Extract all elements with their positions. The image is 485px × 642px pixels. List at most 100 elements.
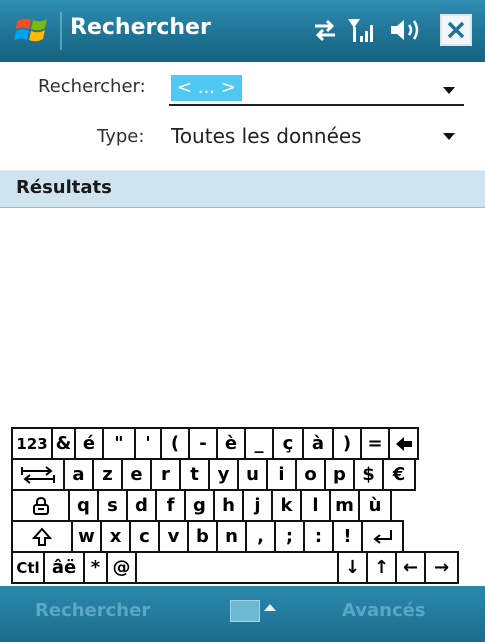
search-input[interactable]: < ... > <box>171 75 242 101</box>
key-label: h <box>222 495 235 516</box>
key-enter[interactable] <box>361 520 404 553</box>
right-softkey-avances[interactable]: Avancés <box>342 600 426 621</box>
key-caps[interactable] <box>11 489 70 522</box>
key-label: - <box>199 433 207 454</box>
keyboard-key[interactable]: y <box>208 458 239 491</box>
signal-strength-icon[interactable] <box>347 17 377 43</box>
keyboard-key[interactable]: v <box>158 520 189 553</box>
keyboard-key[interactable]: k <box>271 489 302 522</box>
key-label: e <box>130 464 143 485</box>
key-label: ' <box>145 433 151 454</box>
results-header: Résultats <box>0 170 485 208</box>
window-title: Rechercher <box>70 15 211 40</box>
connectivity-icon[interactable] <box>311 17 339 43</box>
keyboard-key[interactable]: t <box>179 458 210 491</box>
keyboard-key[interactable]: u <box>237 458 268 491</box>
key-label: r <box>161 464 170 485</box>
keyboard-key[interactable]: 123 <box>11 427 53 460</box>
volume-icon[interactable] <box>389 17 427 43</box>
key-space[interactable] <box>135 551 339 584</box>
keyboard-key[interactable]: ; <box>274 520 305 553</box>
keyboard-key[interactable]: → <box>424 551 459 584</box>
key-shift[interactable] <box>11 520 73 553</box>
key-label: = <box>367 433 383 454</box>
keyboard-key[interactable]: z <box>92 458 123 491</box>
keyboard-key[interactable]: - <box>188 427 218 460</box>
keyboard-key[interactable]: h <box>213 489 244 522</box>
keyboard-key[interactable]: : <box>303 520 334 553</box>
keyboard-key[interactable]: $ <box>353 458 384 491</box>
keyboard-key[interactable]: è <box>216 427 246 460</box>
keyboard-key[interactable]: ' <box>134 427 162 460</box>
type-label: Type: <box>97 126 145 147</box>
key-label: q <box>77 495 90 516</box>
keyboard-key[interactable]: = <box>360 427 390 460</box>
keyboard-key[interactable]: ! <box>332 520 363 553</box>
keyboard-key[interactable]: ) <box>332 427 362 460</box>
input-panel-keyboard-icon[interactable] <box>230 600 260 622</box>
type-dropdown-arrow-icon[interactable] <box>443 133 455 140</box>
keyboard-key[interactable]: j <box>242 489 273 522</box>
caps-lock-icon <box>32 496 50 515</box>
keyboard-key[interactable]: f <box>155 489 186 522</box>
key-label: u <box>246 464 259 485</box>
keyboard-key[interactable]: Ctl <box>11 551 45 584</box>
keyboard-key[interactable]: âë <box>43 551 85 584</box>
keyboard-key[interactable]: e <box>121 458 152 491</box>
keyboard-key[interactable]: ç <box>272 427 304 460</box>
shift-icon <box>32 526 52 547</box>
key-label: $ <box>362 464 375 485</box>
key-label: : <box>314 526 323 547</box>
input-panel-arrow-icon[interactable] <box>264 604 276 611</box>
keyboard-key[interactable]: s <box>97 489 128 522</box>
close-button[interactable] <box>440 14 472 46</box>
keyboard-key[interactable]: ↓ <box>337 551 368 584</box>
backspace-icon <box>395 436 413 452</box>
keyboard-key[interactable]: d <box>126 489 157 522</box>
windows-start-icon[interactable] <box>14 12 50 48</box>
keyboard-key[interactable]: c <box>129 520 160 553</box>
keyboard-key[interactable]: a <box>63 458 94 491</box>
keyboard-key[interactable]: * <box>83 551 108 584</box>
keyboard-key[interactable]: l <box>300 489 331 522</box>
keyboard-key[interactable]: p <box>324 458 355 491</box>
keyboard-key[interactable]: w <box>71 520 102 553</box>
key-label: 123 <box>16 434 48 453</box>
keyboard-key[interactable]: x <box>100 520 131 553</box>
keyboard-key[interactable]: @ <box>106 551 137 584</box>
key-label: v <box>167 526 180 547</box>
keyboard-key[interactable]: à <box>302 427 334 460</box>
keyboard-key[interactable]: _ <box>244 427 274 460</box>
keyboard-key[interactable]: ← <box>395 551 426 584</box>
key-backspace[interactable] <box>388 427 419 460</box>
keyboard-key[interactable]: & <box>51 427 76 460</box>
keyboard-key[interactable]: i <box>266 458 297 491</box>
key-label: b <box>196 526 209 547</box>
key-label: o <box>304 464 317 485</box>
keyboard-key[interactable]: € <box>382 458 416 491</box>
keyboard-key[interactable]: g <box>184 489 215 522</box>
keyboard-key[interactable]: ù <box>358 489 392 522</box>
keyboard-key[interactable]: " <box>102 427 136 460</box>
keyboard-key[interactable]: m <box>329 489 360 522</box>
key-label: s <box>107 495 118 516</box>
keyboard-key[interactable]: n <box>216 520 247 553</box>
key-label: ↓ <box>344 557 361 578</box>
keyboard-key[interactable]: b <box>187 520 218 553</box>
type-select[interactable]: Toutes les données <box>171 124 362 148</box>
key-tab[interactable] <box>11 458 65 491</box>
keyboard-key[interactable]: o <box>295 458 326 491</box>
keyboard-key[interactable]: q <box>68 489 99 522</box>
search-dropdown-arrow-icon[interactable] <box>443 87 455 94</box>
enter-icon <box>371 528 395 546</box>
keyboard-key[interactable]: r <box>150 458 181 491</box>
keyboard-key[interactable]: é <box>74 427 104 460</box>
keyboard-key[interactable]: , <box>245 520 276 553</box>
title-separator <box>60 12 62 50</box>
left-softkey-rechercher[interactable]: Rechercher <box>35 600 150 621</box>
key-label: i <box>278 464 285 485</box>
key-label: & <box>55 433 72 454</box>
keyboard-key[interactable]: ↑ <box>366 551 397 584</box>
key-label: " <box>114 433 124 454</box>
keyboard-key[interactable]: ( <box>160 427 190 460</box>
